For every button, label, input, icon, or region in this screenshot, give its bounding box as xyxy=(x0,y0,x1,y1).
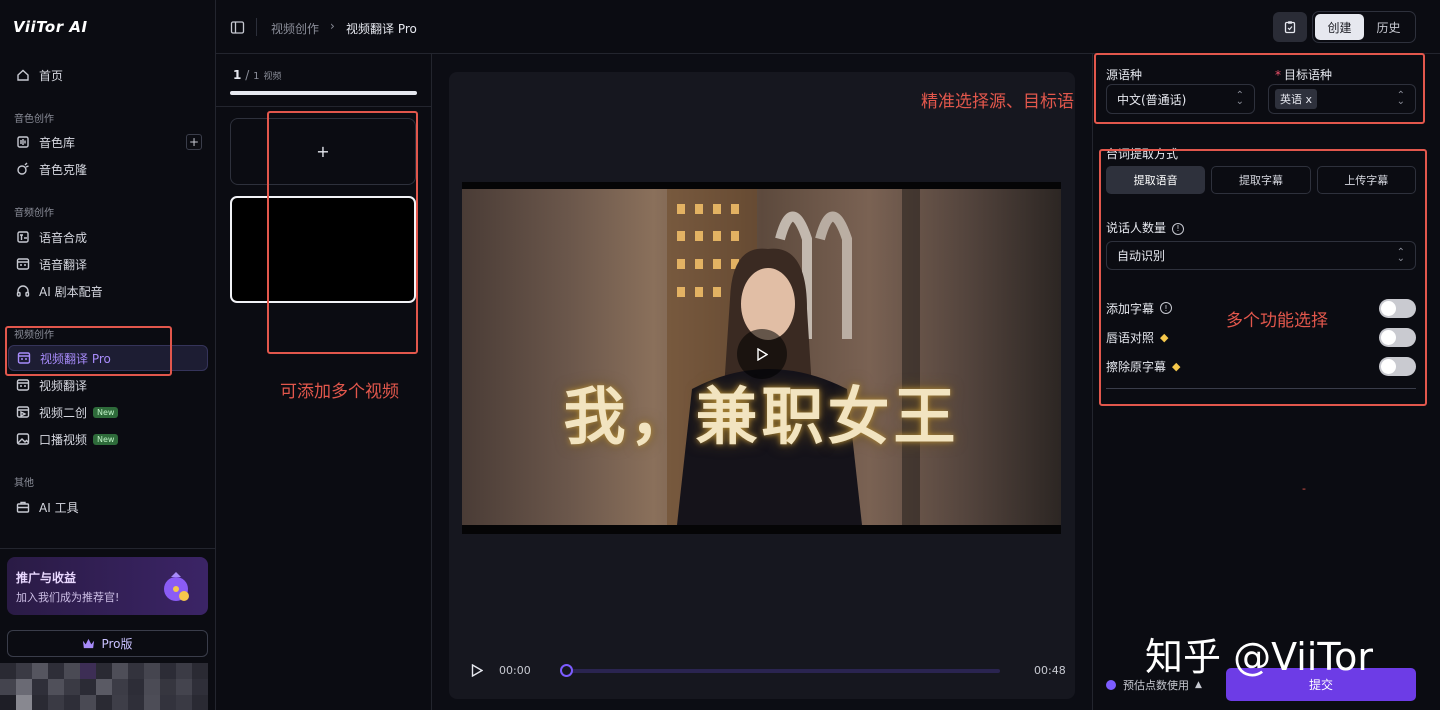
sidebar-item-label: 音色库 xyxy=(39,135,76,150)
annotation-language: 精准选择源、目标语 xyxy=(921,92,1074,112)
sidebar-item-label: 语音翻译 xyxy=(39,257,88,272)
sidebar-item-label: 视频翻译 xyxy=(39,378,88,393)
breadcrumb-current: 视频翻译 Pro xyxy=(346,22,417,36)
sidebar-item-talking-video[interactable]: 口播视频 New xyxy=(8,426,208,452)
sidebar-item-label: 口播视频 xyxy=(39,432,88,447)
play-icon xyxy=(757,347,768,361)
app-root: ViiTor AI 首页 音色创作 音色库 + 音色克隆 音频创作 语音合成 语… xyxy=(0,0,1440,710)
sidebar-item-speech-synthesis[interactable]: 语音合成 xyxy=(8,224,208,250)
new-badge: New xyxy=(93,406,119,418)
voice-translate-icon xyxy=(16,257,30,271)
video-translate-icon xyxy=(16,378,30,392)
video-count: 1 / 1 视频 xyxy=(233,68,282,82)
points-icon xyxy=(1106,680,1116,690)
caret-up-icon: ▲ xyxy=(1195,680,1202,690)
sidebar-item-label: AI 剧本配音 xyxy=(39,284,103,299)
breadcrumb-chevron-icon: › xyxy=(330,19,335,33)
sidebar-item-ai-script-dubbing[interactable]: AI 剧本配音 xyxy=(8,278,208,304)
sidebar-item-label: AI 工具 xyxy=(39,500,79,515)
sidebar-item-ai-tools[interactable]: AI 工具 xyxy=(8,494,208,520)
video-list-progress xyxy=(230,91,417,95)
sidebar-item-label: 首页 xyxy=(39,68,64,83)
headphones-icon xyxy=(16,284,30,298)
sidebar-item-home[interactable]: 首页 xyxy=(8,62,208,88)
sidebar-item-voice-library[interactable]: 音色库 + xyxy=(8,129,208,155)
sidebar-item-video-remix[interactable]: 视频二创 New xyxy=(8,399,208,425)
center-play-button[interactable] xyxy=(737,329,787,379)
video-count-unit: 视频 xyxy=(263,72,282,82)
toolbox-icon xyxy=(16,500,30,514)
speech-synthesis-icon xyxy=(16,230,30,244)
annotation-box-video-list xyxy=(267,111,418,354)
section-label-audio: 音频创作 xyxy=(14,208,54,219)
play-icon[interactable] xyxy=(471,664,483,677)
sidebar-item-voice-clone[interactable]: 音色克隆 xyxy=(8,156,208,182)
sidebar-toggle-icon[interactable] xyxy=(230,20,245,35)
section-label-voice: 音色创作 xyxy=(14,114,54,125)
clipboard-icon xyxy=(1284,21,1296,34)
voice-library-icon xyxy=(16,135,30,149)
sidebar-item-label: 语音合成 xyxy=(39,230,88,245)
promo-title: 推广与收益 xyxy=(16,571,77,585)
progress-track[interactable] xyxy=(564,669,1000,673)
clipboard-button[interactable] xyxy=(1273,12,1307,42)
tab-create[interactable]: 创建 xyxy=(1315,14,1364,40)
video-caption: 我，兼职女王 xyxy=(563,380,960,453)
add-voice-button[interactable]: + xyxy=(186,134,202,150)
dash-mark: - xyxy=(1302,482,1306,495)
new-badge: New xyxy=(93,433,119,445)
voice-clone-icon xyxy=(16,162,30,176)
video-list-divider xyxy=(216,106,432,107)
sidebar-item-label: 视频二创 xyxy=(39,405,88,420)
annotation-box-language xyxy=(1094,53,1425,124)
image-icon xyxy=(16,432,30,446)
blurred-user-avatar xyxy=(0,663,208,710)
video-count-total: 1 xyxy=(253,71,260,82)
tab-history[interactable]: 历史 xyxy=(1364,14,1413,40)
sidebar-divider xyxy=(0,548,216,549)
app-logo[interactable]: ViiTor AI xyxy=(13,18,88,36)
zhihu-watermark: 知乎 @ViiTor xyxy=(1145,635,1373,679)
crown-icon xyxy=(83,638,95,649)
annotation-multi-video: 可添加多个视频 xyxy=(280,382,399,402)
annotation-box-nav xyxy=(5,326,172,376)
create-history-switch: 创建 历史 xyxy=(1312,11,1416,43)
home-icon xyxy=(16,68,30,82)
sidebar-item-label: 音色克隆 xyxy=(39,162,88,177)
video-remix-icon xyxy=(16,405,30,419)
pro-version-button[interactable]: Pro版 xyxy=(7,630,208,657)
progress-handle[interactable] xyxy=(560,664,573,677)
top-header: 视频创作 › 视频翻译 Pro 创建 历史 xyxy=(216,0,1440,54)
annotation-features: 多个功能选择 xyxy=(1226,311,1328,331)
section-label-other: 其他 xyxy=(14,478,34,489)
header-divider xyxy=(256,18,257,36)
promo-card[interactable]: 推广与收益 加入我们成为推荐官! xyxy=(7,557,208,615)
video-count-current: 1 xyxy=(233,68,242,82)
total-duration: 00:48 xyxy=(1034,664,1066,677)
video-player: 我，兼职女王 00:00 00:48 xyxy=(449,72,1075,699)
breadcrumb-parent[interactable]: 视频创作 xyxy=(271,20,319,37)
annotation-box-features xyxy=(1099,149,1427,406)
sidebar-item-voice-translate[interactable]: 语音翻译 xyxy=(8,251,208,277)
pro-button-label: Pro版 xyxy=(101,637,133,651)
promo-subtitle: 加入我们成为推荐官! xyxy=(16,591,120,604)
money-bag-icon xyxy=(164,572,189,601)
video-frame[interactable]: 我，兼职女王 xyxy=(462,182,1061,534)
current-time: 00:00 xyxy=(499,664,531,677)
